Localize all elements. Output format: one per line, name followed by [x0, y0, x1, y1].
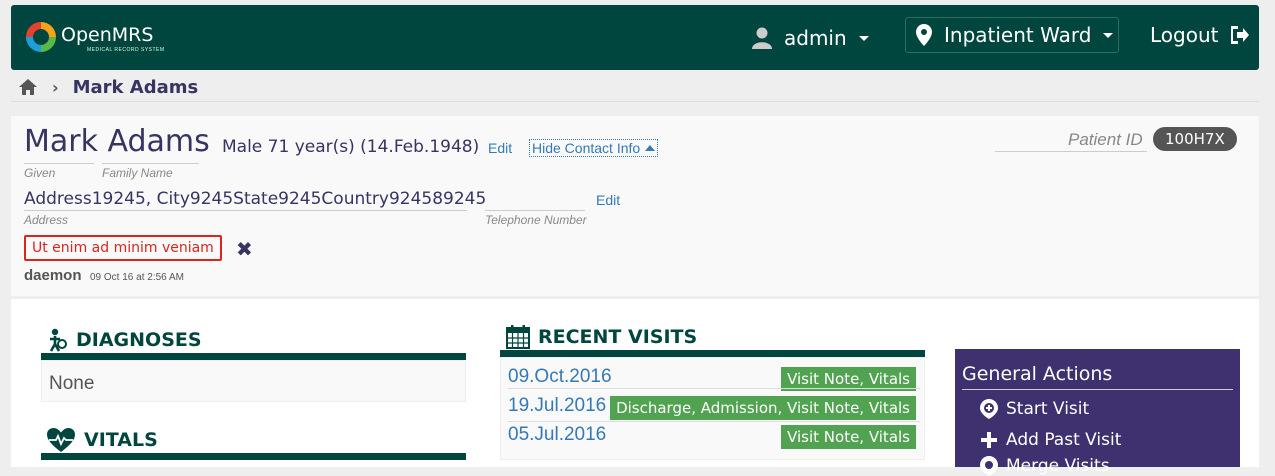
section-bar — [41, 353, 466, 360]
map-pin-icon — [916, 24, 932, 46]
edit-contact-link[interactable]: Edit — [596, 192, 620, 208]
divider — [24, 163, 94, 164]
visit-type-badge: Visit Note, Vitals — [781, 425, 916, 449]
given-label: Given — [24, 166, 56, 180]
divider — [485, 210, 585, 211]
patient-header: Mark Adams Given Family Name Male 71 yea… — [11, 116, 1259, 299]
hide-contact-info-button[interactable]: Hide Contact Info — [529, 139, 659, 157]
general-actions-panel: General Actions Start Visit Add Past Vis… — [955, 349, 1240, 476]
location-plus-icon — [980, 399, 998, 419]
patient-dashboard: Mark Adams Given Family Name Male 71 yea… — [11, 116, 1259, 476]
recent-visits-title: RECENT VISITS — [538, 326, 698, 348]
recent-visits-header: RECENT VISITS — [506, 325, 697, 349]
caret-up-icon — [645, 145, 656, 151]
divider — [508, 388, 920, 389]
logout-button[interactable]: Logout — [1150, 23, 1250, 47]
patient-id-label: Patient ID — [1068, 130, 1143, 149]
merge-visits-button[interactable]: Merge Visits — [980, 456, 1110, 476]
vitals-title: VITALS — [84, 429, 158, 451]
patient-flag[interactable]: Ut enim ad minim veniam — [24, 235, 222, 261]
username: admin — [784, 26, 847, 50]
diagnoses-title: DIAGNOSES — [76, 329, 202, 351]
flag-date: 09 Oct 16 at 2:56 AM — [90, 272, 184, 283]
hide-contact-label: Hide Contact Info — [532, 140, 641, 156]
top-header: OpenMRS MEDICAL RECORD SYSTEM admin Inpa… — [11, 5, 1259, 70]
patient-name: Mark Adams — [24, 124, 210, 159]
family-name-label: Family Name — [102, 166, 173, 180]
sign-out-icon — [1231, 26, 1250, 44]
breadcrumb-current: Mark Adams — [72, 76, 199, 98]
user-icon — [752, 27, 772, 49]
list-item[interactable]: 09.Oct.2016 Visit Note, Vitals — [508, 366, 916, 394]
divider — [11, 101, 1259, 102]
edit-demographics-link[interactable]: Edit — [488, 140, 512, 156]
merge-icon — [980, 456, 998, 476]
breadcrumb: › Mark Adams — [18, 75, 198, 99]
diagnosis-icon — [49, 328, 67, 352]
chevron-right-icon: › — [52, 77, 59, 97]
visit-date-link[interactable]: 05.Jul.2016 — [508, 424, 606, 446]
start-visit-button[interactable]: Start Visit — [980, 399, 1089, 419]
visit-date-link[interactable]: 09.Oct.2016 — [508, 366, 612, 388]
patient-id-badge: 100H7X — [1153, 127, 1237, 151]
list-item[interactable]: 19.Jul.2016 Discharge, Admission, Visit … — [508, 395, 916, 423]
start-visit-label: Start Visit — [1006, 399, 1090, 419]
section-bar — [500, 350, 925, 357]
visit-type-badge: Discharge, Admission, Visit Note, Vitals — [610, 396, 916, 420]
divider — [508, 421, 920, 422]
vitals-header: VITALS — [46, 427, 158, 453]
location-selector[interactable]: Inpatient Ward — [905, 17, 1119, 53]
divider — [995, 151, 1147, 152]
diagnoses-body — [41, 360, 466, 402]
section-bar — [41, 453, 466, 460]
divider — [962, 389, 1233, 390]
divider — [102, 163, 199, 164]
add-past-visit-label: Add Past Visit — [1006, 430, 1122, 450]
app-subtitle: MEDICAL RECORD SYSTEM — [87, 47, 165, 53]
chevron-down-icon — [1103, 32, 1114, 38]
add-past-visit-button[interactable]: Add Past Visit — [980, 430, 1121, 450]
user-menu[interactable]: admin — [752, 23, 869, 53]
app-name: OpenMRS — [61, 24, 154, 46]
list-item[interactable]: 05.Jul.2016 Visit Note, Vitals — [508, 424, 916, 452]
plus-icon — [981, 432, 997, 448]
home-icon[interactable] — [18, 78, 38, 96]
diagnoses-header: DIAGNOSES — [46, 328, 202, 352]
patient-demographics: Male 71 year(s) (14.Feb.1948) — [222, 137, 480, 157]
chevron-down-icon — [858, 35, 869, 41]
location-name: Inpatient Ward — [944, 23, 1092, 47]
heartbeat-icon — [47, 428, 75, 452]
openmrs-logo-icon[interactable] — [23, 19, 59, 55]
address-label: Address — [24, 213, 69, 227]
telephone-label: Telephone Number — [485, 213, 587, 227]
calendar-icon — [506, 325, 530, 349]
visit-date-link[interactable]: 19.Jul.2016 — [508, 395, 606, 417]
merge-visits-label: Merge Visits — [1006, 456, 1110, 476]
patient-address: Address19245, City9245State9245Country92… — [24, 189, 487, 209]
diagnoses-empty: None — [49, 373, 95, 394]
divider — [24, 210, 467, 211]
logout-label: Logout — [1150, 23, 1219, 47]
close-icon[interactable]: ✖ — [236, 237, 253, 262]
general-actions-title: General Actions — [962, 363, 1113, 385]
flag-author: daemon — [24, 267, 82, 284]
